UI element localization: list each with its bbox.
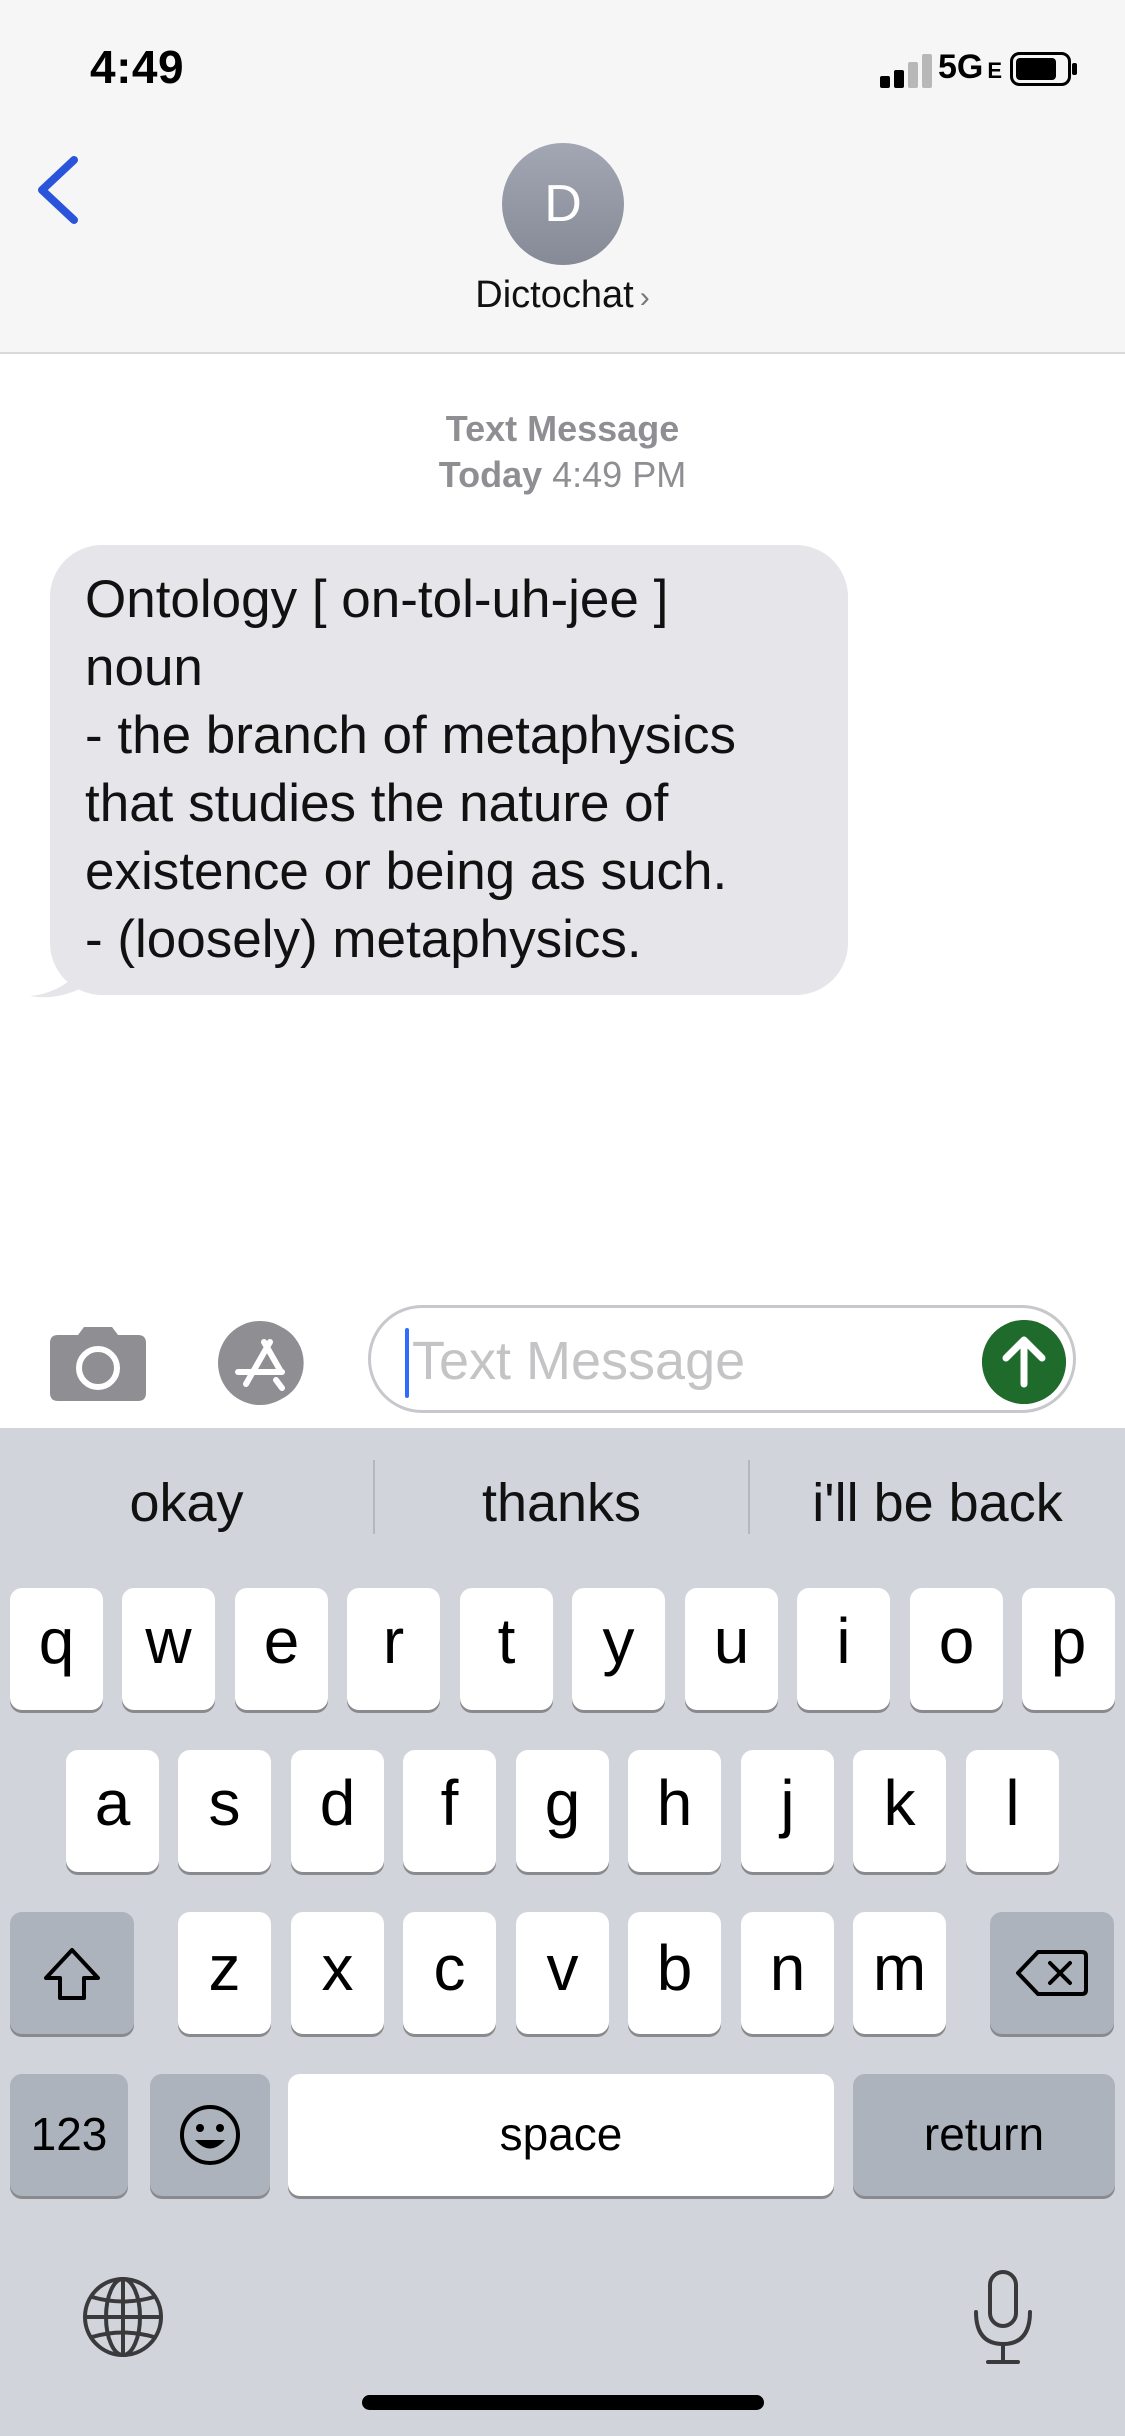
suggestion-okay[interactable]: okay	[0, 1460, 373, 1546]
battery-icon	[1010, 52, 1077, 86]
delete-key[interactable]	[990, 1912, 1114, 2034]
timestamp: Today 4:49 PM	[0, 454, 1125, 496]
home-indicator[interactable]	[362, 2395, 764, 2410]
return-key[interactable]: return	[853, 2074, 1115, 2196]
key-u[interactable]: u	[685, 1588, 778, 1710]
key-a[interactable]: a	[66, 1750, 159, 1872]
network-type: 5G	[938, 48, 984, 86]
suggestion-thanks[interactable]: thanks	[375, 1460, 748, 1546]
key-z[interactable]: z	[178, 1912, 271, 2034]
key-g[interactable]: g	[516, 1750, 609, 1872]
suggestion-ill-be-back[interactable]: i'll be back	[750, 1460, 1125, 1546]
delete-icon	[1016, 1950, 1088, 1996]
key-h[interactable]: h	[628, 1750, 721, 1872]
network-indicator: 5G E	[938, 48, 1002, 87]
key-e[interactable]: e	[235, 1588, 328, 1710]
contact-name: Dictochat	[475, 274, 634, 316]
message-text: Ontology [ on-tol-uh-jee ] noun - the br…	[85, 570, 737, 969]
camera-icon[interactable]	[50, 1327, 146, 1401]
key-l[interactable]: l	[966, 1750, 1059, 1872]
key-j[interactable]: j	[741, 1750, 834, 1872]
chevron-left-icon[interactable]	[30, 150, 90, 230]
app-store-icon[interactable]	[210, 1318, 320, 1408]
arrow-up-icon[interactable]	[982, 1320, 1066, 1404]
text-cursor	[405, 1328, 409, 1398]
microphone-icon[interactable]	[968, 2268, 1038, 2368]
key-w[interactable]: w	[122, 1588, 215, 1710]
key-s[interactable]: s	[178, 1750, 271, 1872]
avatar-initial: D	[544, 175, 582, 233]
status-time: 4:49	[90, 41, 185, 93]
key-b[interactable]: b	[628, 1912, 721, 2034]
space-key[interactable]: space	[288, 2074, 834, 2196]
key-k[interactable]: k	[853, 1750, 946, 1872]
chevron-right-icon: ›	[639, 281, 650, 314]
shift-icon	[44, 1948, 100, 2000]
signal-icon	[880, 52, 936, 88]
avatar[interactable]: D	[502, 143, 624, 265]
timestamp-day: Today	[438, 454, 543, 495]
key-p[interactable]: p	[1022, 1588, 1115, 1710]
shift-key[interactable]	[10, 1912, 134, 2034]
key-i[interactable]: i	[797, 1588, 890, 1710]
key-r[interactable]: r	[347, 1588, 440, 1710]
service-label: Text Message	[445, 408, 680, 449]
emoji-icon	[180, 2105, 240, 2165]
key-q[interactable]: q	[10, 1588, 103, 1710]
emoji-key[interactable]	[150, 2074, 270, 2196]
globe-icon[interactable]	[80, 2274, 166, 2360]
key-v[interactable]: v	[516, 1912, 609, 2034]
contact-name-button[interactable]: Dictochat ›	[0, 274, 1125, 317]
key-f[interactable]: f	[403, 1750, 496, 1872]
key-m[interactable]: m	[853, 1912, 946, 2034]
key-y[interactable]: y	[572, 1588, 665, 1710]
key-x[interactable]: x	[291, 1912, 384, 2034]
key-c[interactable]: c	[403, 1912, 496, 2034]
key-d[interactable]: d	[291, 1750, 384, 1872]
numbers-key[interactable]: 123	[10, 2074, 128, 2196]
timestamp-time: 4:49 PM	[552, 454, 687, 495]
key-o[interactable]: o	[910, 1588, 1003, 1710]
key-t[interactable]: t	[460, 1588, 553, 1710]
message-input-placeholder: Text Message	[412, 1331, 746, 1391]
key-n[interactable]: n	[741, 1912, 834, 2034]
network-suffix: E	[987, 58, 1003, 83]
